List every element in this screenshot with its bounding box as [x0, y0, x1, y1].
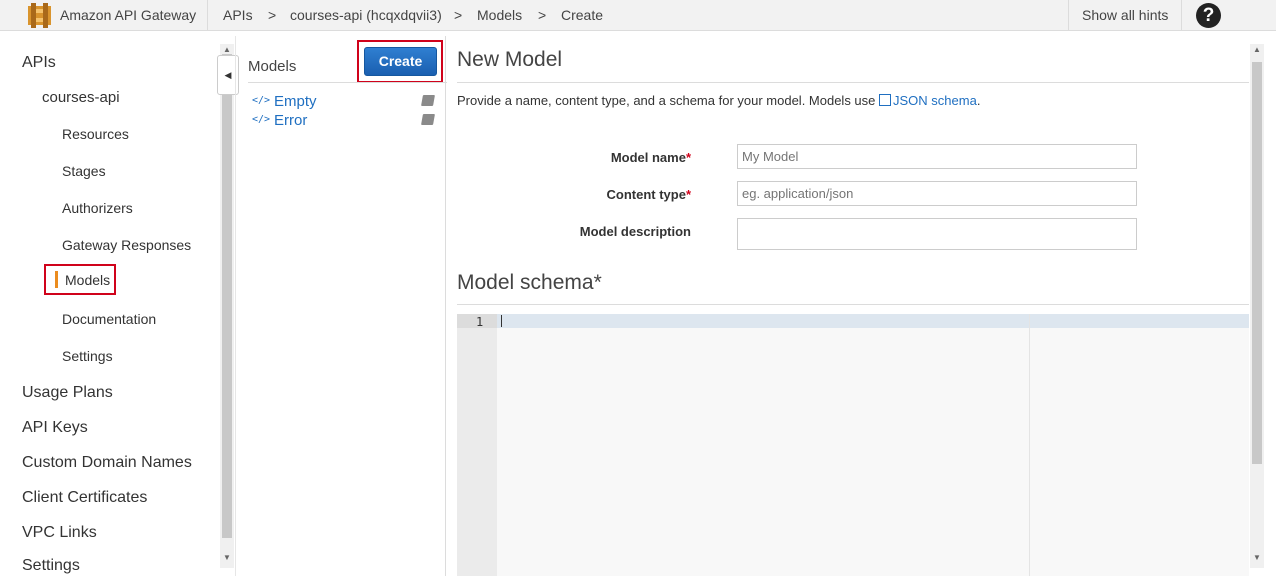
content-type-input[interactable] [737, 181, 1137, 206]
breadcrumb-separator: > [538, 7, 547, 23]
breadcrumb-models[interactable]: Models [477, 7, 522, 23]
nav-item-resources[interactable]: Resources [62, 126, 129, 142]
breadcrumb-create: Create [561, 7, 604, 23]
model-name-input[interactable] [737, 144, 1137, 169]
scroll-up-arrow-icon[interactable]: ▲ [1253, 45, 1261, 54]
text-cursor [501, 315, 502, 327]
book-icon[interactable] [421, 114, 435, 125]
show-all-hints-button[interactable]: Show all hints [1082, 7, 1168, 23]
line-number: 1 [476, 315, 484, 329]
scrollbar-thumb[interactable] [222, 54, 232, 538]
model-list-item-error[interactable]: </> Error [252, 112, 438, 130]
model-description-label: Model description [491, 224, 691, 239]
description-text: Provide a name, content type, and a sche… [457, 93, 880, 108]
json-schema-link-label: JSON schema [893, 93, 977, 108]
model-name-link[interactable]: Empty [274, 93, 317, 110]
left-nav: APIs courses-api Resources Stages Author… [0, 36, 218, 576]
editor-active-line [457, 314, 1249, 328]
models-list-panel: Models Create </> Empty </> Error [235, 36, 447, 576]
nav-item-models-label: Models [65, 272, 111, 288]
nav-item-client-certificates[interactable]: Client Certificates [22, 489, 147, 507]
nav-item-custom-domain-names[interactable]: Custom Domain Names [22, 454, 192, 472]
nav-item-gateway-responses[interactable]: Gateway Responses [62, 237, 191, 253]
external-link-icon [879, 94, 892, 106]
breadcrumb-apis[interactable]: APIs [223, 7, 253, 23]
nav-item-usage-plans[interactable]: Usage Plans [22, 384, 113, 402]
breadcrumb-separator: > [268, 7, 277, 23]
help-icon[interactable]: ? [1196, 3, 1221, 28]
nav-item-settings[interactable]: Settings [22, 557, 80, 575]
content-type-label-text: Content type [606, 187, 686, 202]
model-list-item-empty[interactable]: </> Empty [252, 93, 438, 111]
code-icon: </> [252, 114, 271, 125]
nav-item-apis[interactable]: APIs [22, 54, 56, 72]
required-marker: * [685, 150, 691, 165]
nav-item-vpc-links[interactable]: VPC Links [22, 524, 97, 542]
page-description: Provide a name, content type, and a sche… [457, 93, 980, 108]
divider [1068, 0, 1069, 31]
main-content: New Model Provide a name, content type, … [457, 36, 1249, 576]
nav-item-authorizers[interactable]: Authorizers [62, 200, 133, 216]
model-name-label: Model name* [491, 150, 691, 165]
nav-item-api-name[interactable]: courses-api [42, 89, 120, 106]
model-description-input[interactable] [737, 218, 1137, 250]
description-suffix: . [976, 93, 981, 108]
divider [248, 82, 447, 83]
active-indicator [55, 271, 58, 288]
model-description-label-text: Model description [579, 224, 691, 239]
required-marker: * [593, 271, 602, 294]
create-button[interactable]: Create [364, 47, 437, 76]
api-gateway-logo-icon[interactable] [28, 3, 51, 28]
scroll-up-arrow-icon[interactable]: ▲ [223, 45, 231, 54]
create-button-highlight: Create [357, 40, 443, 83]
divider [207, 0, 208, 31]
top-bar: Amazon API Gateway APIs > courses-api (h… [0, 0, 1276, 31]
page-title: New Model [457, 48, 563, 71]
scroll-down-arrow-icon[interactable]: ▼ [223, 553, 231, 562]
scrollbar-thumb[interactable] [1252, 62, 1262, 464]
breadcrumb-separator: > [454, 7, 463, 23]
required-marker: * [685, 187, 691, 202]
nav-item-settings-api[interactable]: Settings [62, 348, 113, 364]
book-icon[interactable] [421, 95, 435, 106]
divider [457, 304, 1249, 305]
scroll-down-arrow-icon[interactable]: ▼ [1253, 553, 1261, 562]
schema-code-editor[interactable]: 1 [457, 314, 1249, 576]
schema-title: Model schema* [457, 271, 602, 295]
nav-scrollbar[interactable]: ▲ ▼ [220, 44, 234, 568]
brand-name[interactable]: Amazon API Gateway [60, 7, 196, 23]
content-type-label: Content type* [491, 187, 691, 202]
divider [1181, 0, 1182, 31]
models-panel-title: Models [248, 58, 297, 75]
breadcrumb-api[interactable]: courses-api (hcqxdqvii3) [290, 7, 442, 23]
nav-item-stages[interactable]: Stages [62, 163, 106, 179]
nav-item-api-keys[interactable]: API Keys [22, 419, 88, 437]
editor-gutter [457, 314, 497, 576]
chevron-left-icon: ◀ [224, 70, 232, 80]
model-name-label-text: Model name [610, 150, 686, 165]
divider [457, 82, 1249, 83]
main-scrollbar[interactable]: ▲ ▼ [1250, 44, 1264, 568]
nav-item-documentation[interactable]: Documentation [62, 311, 156, 327]
editor-print-margin [1029, 314, 1030, 576]
code-icon: </> [252, 95, 271, 106]
nav-item-models[interactable]: Models [44, 264, 116, 295]
json-schema-link[interactable]: JSON schema [879, 93, 977, 108]
model-name-link[interactable]: Error [274, 112, 307, 129]
schema-title-text: Model schema [457, 271, 594, 294]
